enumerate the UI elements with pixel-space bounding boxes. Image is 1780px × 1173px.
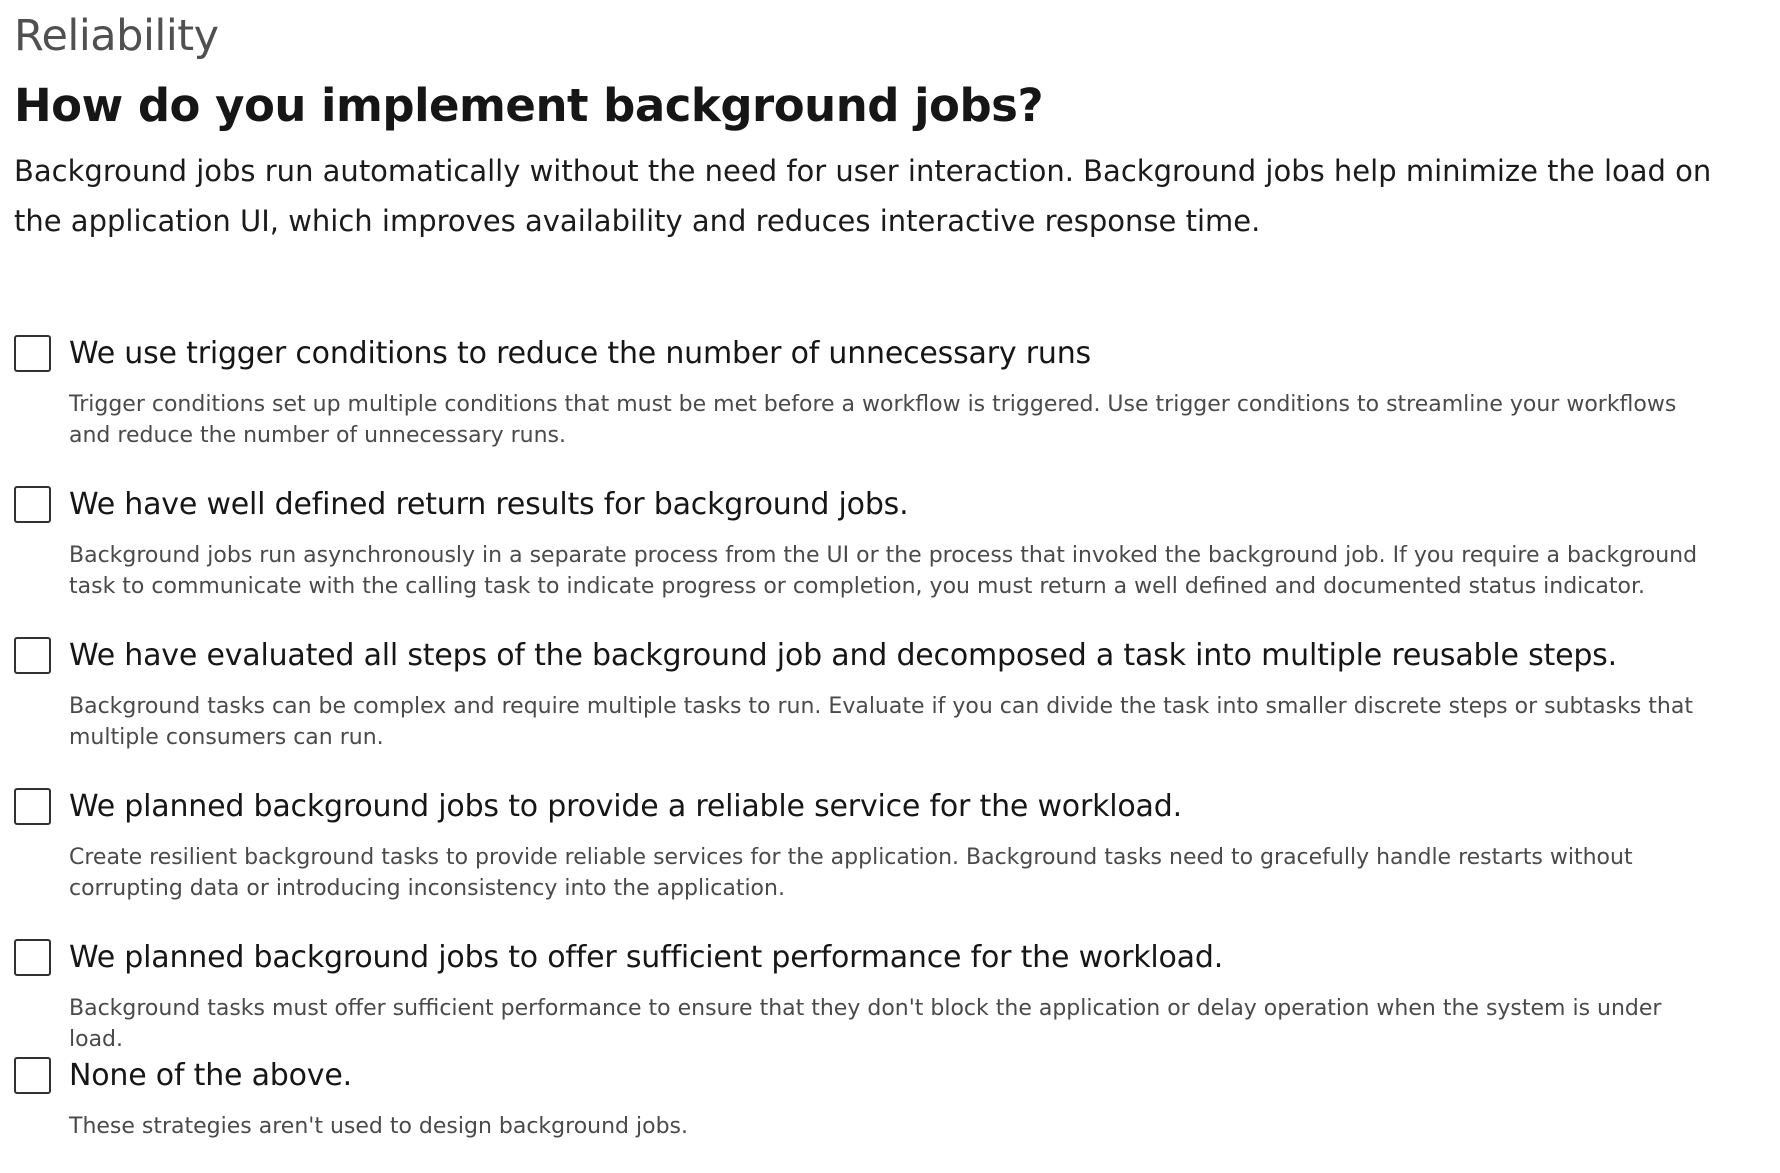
option-item[interactable]: We use trigger conditions to reduce the …: [14, 333, 1754, 484]
option-checkbox[interactable]: [14, 637, 51, 674]
option-label[interactable]: We planned background jobs to provide a …: [69, 786, 1754, 828]
option-item[interactable]: None of the above. These strategies aren…: [14, 1055, 1754, 1173]
option-item[interactable]: We have well defined return results for …: [14, 484, 1754, 635]
option-description: These strategies aren't used to design b…: [69, 1114, 688, 1139]
option-checkbox[interactable]: [14, 788, 51, 825]
question-title: How do you implement background jobs?: [14, 79, 1044, 132]
options-list: We use trigger conditions to reduce the …: [14, 333, 1754, 1173]
option-label[interactable]: None of the above.: [69, 1055, 1754, 1097]
option-description: Background tasks can be complex and requ…: [69, 694, 1693, 750]
option-description: Background tasks must offer sufficient p…: [69, 996, 1662, 1052]
option-checkbox[interactable]: [14, 486, 51, 523]
option-item[interactable]: We planned background jobs to offer suff…: [14, 937, 1754, 1055]
option-checkbox[interactable]: [14, 939, 51, 976]
option-label[interactable]: We use trigger conditions to reduce the …: [69, 333, 1754, 375]
option-label[interactable]: We have evaluated all steps of the backg…: [69, 635, 1754, 677]
option-description: Trigger conditions set up multiple condi…: [69, 392, 1677, 448]
option-description: Create resilient background tasks to pro…: [69, 845, 1633, 901]
option-label[interactable]: We planned background jobs to offer suff…: [69, 937, 1754, 979]
question-description: Background jobs run automatically withou…: [14, 154, 1712, 238]
option-checkbox[interactable]: [14, 1057, 51, 1094]
option-item[interactable]: We planned background jobs to provide a …: [14, 786, 1754, 937]
assessment-page: Reliability How do you implement backgro…: [14, 0, 1754, 1139]
pillar-title: Reliability: [14, 11, 219, 61]
option-description: Background jobs run asynchronously in a …: [69, 543, 1698, 599]
option-checkbox[interactable]: [14, 335, 51, 372]
option-item[interactable]: We have evaluated all steps of the backg…: [14, 635, 1754, 786]
option-label[interactable]: We have well defined return results for …: [69, 484, 1754, 526]
